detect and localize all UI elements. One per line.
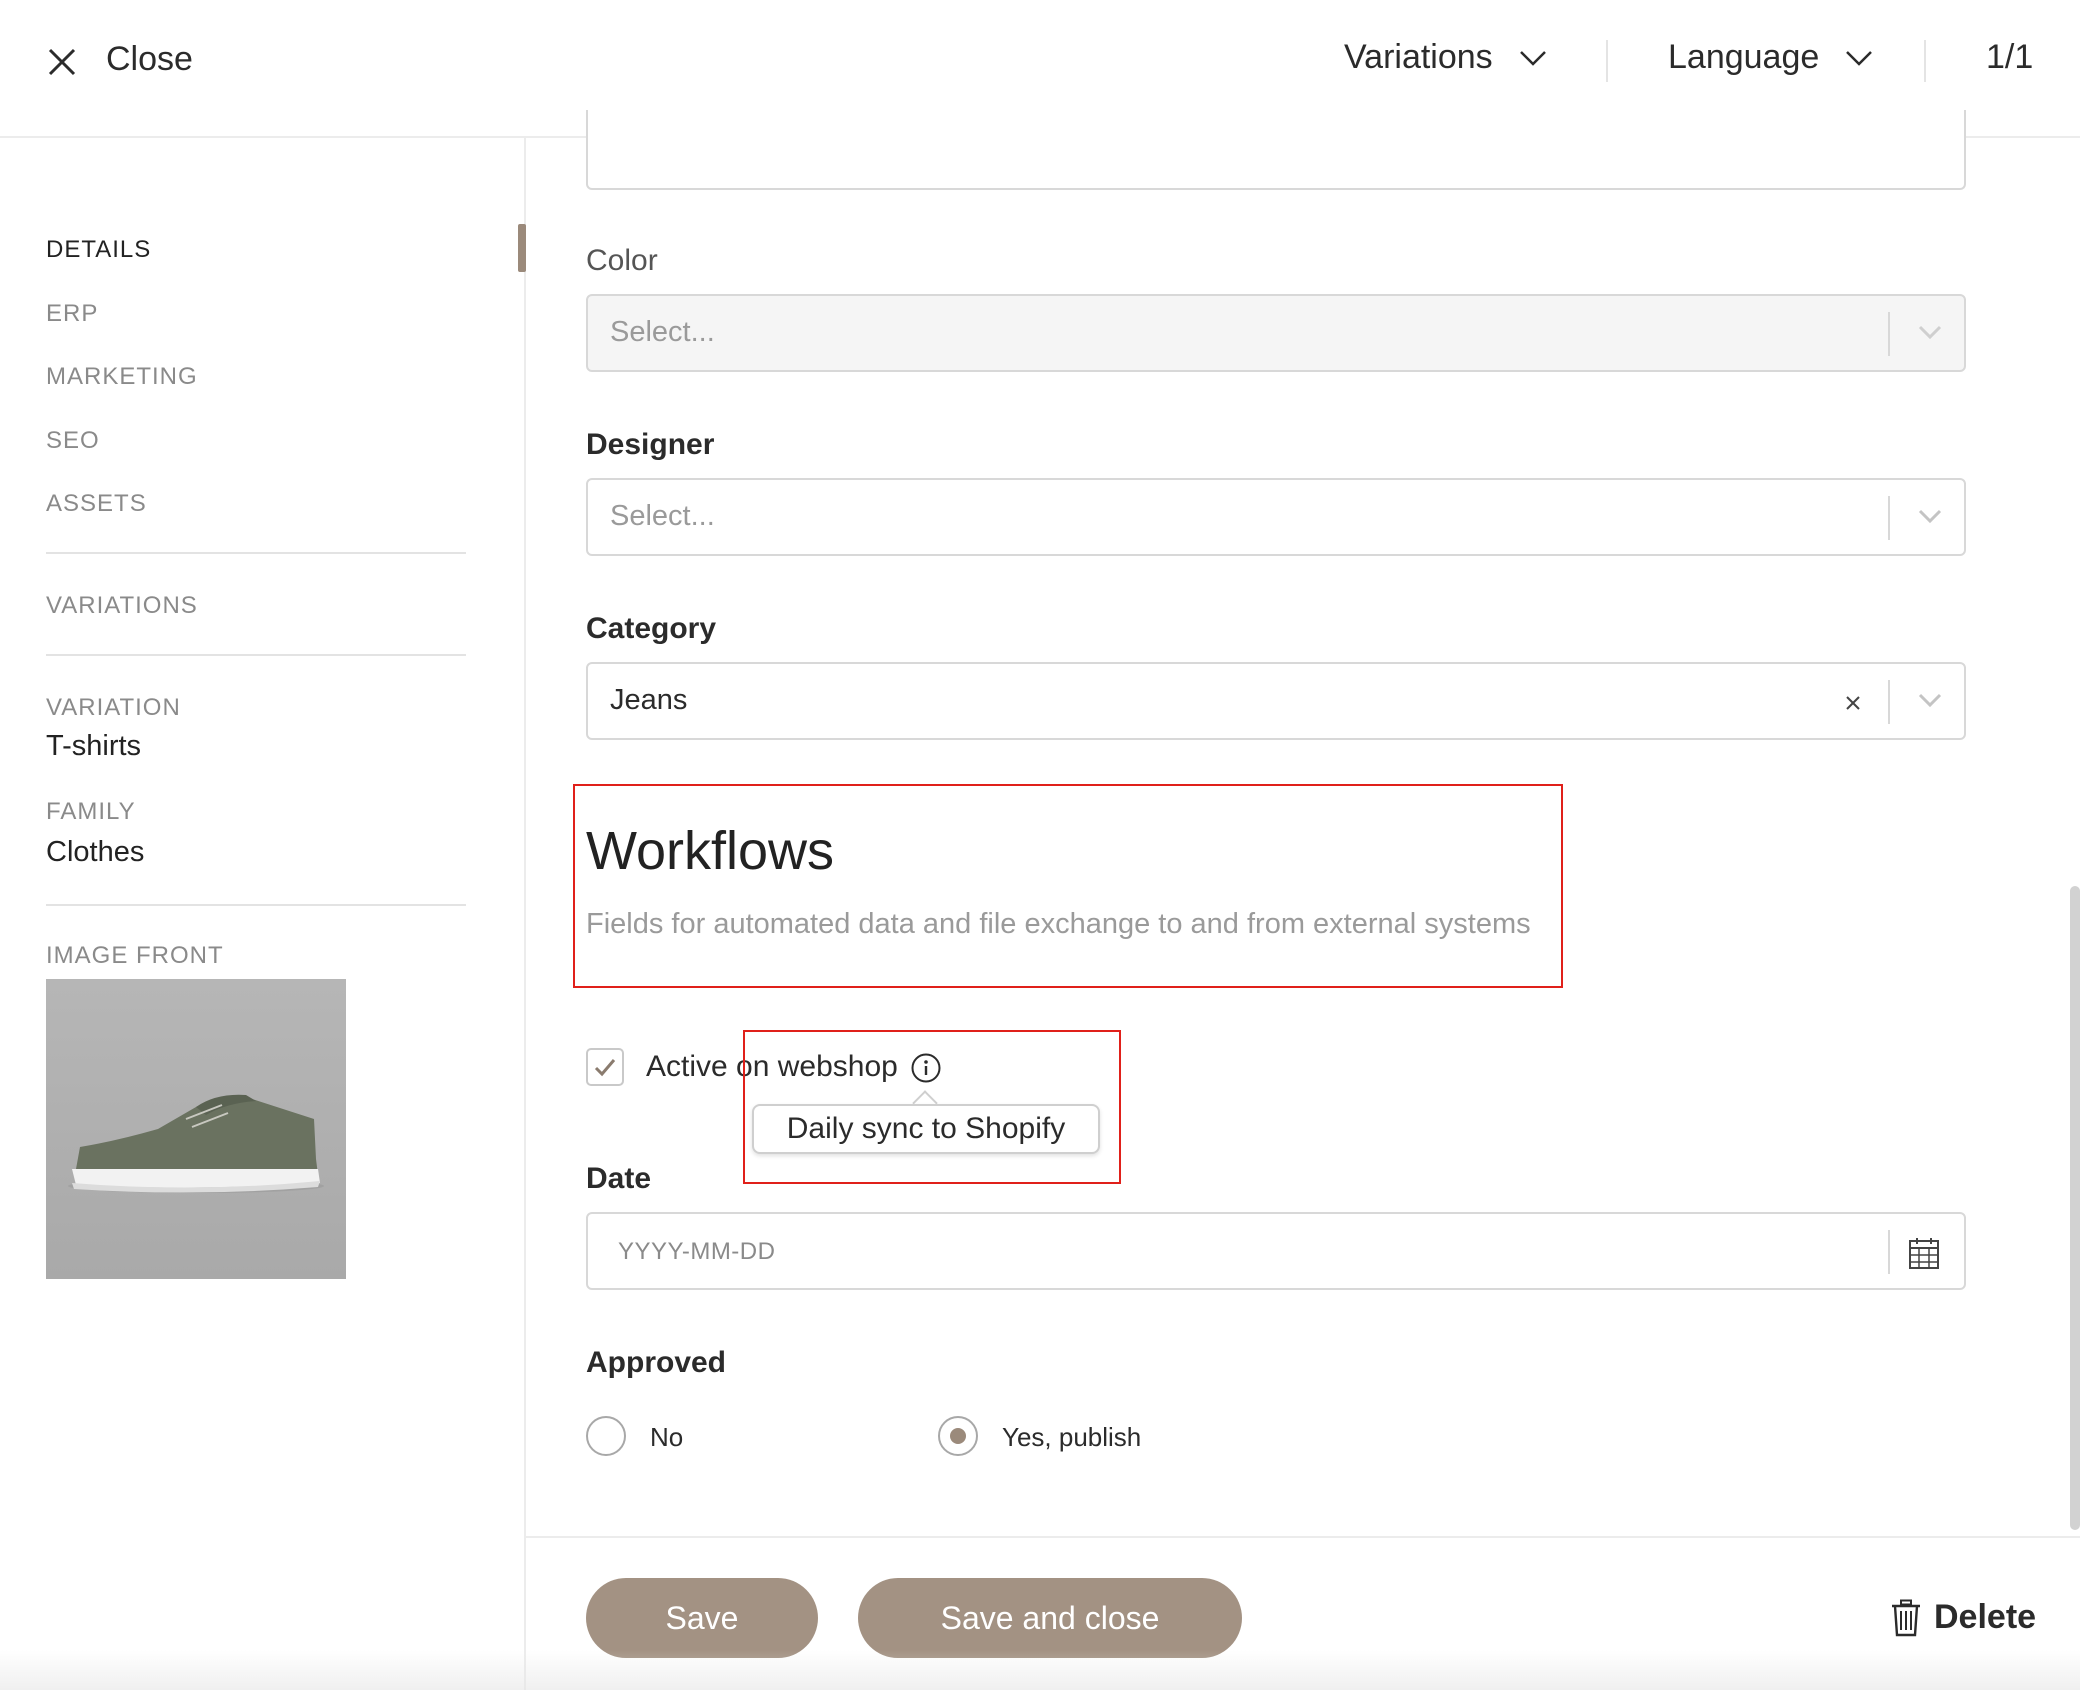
language-label: Language: [1668, 38, 1820, 76]
sidebar-divider: [46, 552, 466, 554]
family-label: FAMILY: [46, 798, 136, 825]
color-select-placeholder: Select...: [610, 316, 715, 348]
close-icon[interactable]: [44, 44, 80, 80]
sidebar-item-variations[interactable]: VARIATIONS: [46, 592, 198, 620]
sidebar-item-details[interactable]: DETAILS: [46, 236, 151, 264]
check-icon: [594, 1059, 616, 1077]
close-button[interactable]: Close: [106, 40, 193, 79]
trash-icon: [1892, 1599, 1920, 1636]
designer-select[interactable]: Select...: [586, 478, 1966, 556]
chevron-down-icon: [1846, 50, 1873, 66]
delete-button[interactable]: Delete: [1890, 1598, 2036, 1637]
sidebar-item-assets[interactable]: ASSETS: [46, 490, 147, 518]
category-value: Jeans: [610, 684, 688, 716]
approved-radio-yes[interactable]: [938, 1416, 978, 1456]
chevron-down-icon: [1519, 50, 1546, 66]
image-front-label: IMAGE FRONT: [46, 942, 224, 969]
sidebar-divider: [46, 654, 466, 656]
save-button[interactable]: Save: [586, 1578, 818, 1658]
calendar-icon[interactable]: [1908, 1236, 1940, 1270]
clear-icon[interactable]: [1842, 692, 1864, 714]
sidebar-item-seo[interactable]: SEO: [46, 427, 100, 455]
save-and-close-button[interactable]: Save and close: [858, 1578, 1242, 1658]
sidebar-item-erp[interactable]: ERP: [46, 300, 98, 328]
active-section-indicator: [518, 224, 526, 272]
date-placeholder: YYYY-MM-DD: [618, 1238, 776, 1265]
product-image-front[interactable]: [46, 979, 346, 1279]
divider: [1924, 40, 1926, 82]
sidebar-divider: [46, 904, 466, 906]
select-separator: [1888, 312, 1890, 356]
variation-label: VARIATION: [46, 694, 181, 721]
variations-dropdown[interactable]: Variations: [1344, 38, 1547, 77]
input-separator: [1888, 1230, 1890, 1274]
pagination: 1/1: [1986, 38, 2034, 76]
text-field-partial[interactable]: [586, 110, 1966, 190]
sneaker-image: [68, 1094, 324, 1193]
color-label: Color: [586, 244, 658, 277]
category-label: Category: [586, 612, 717, 645]
select-separator: [1888, 496, 1890, 540]
language-dropdown[interactable]: Language: [1668, 38, 1873, 77]
approved-option-yes[interactable]: Yes, publish: [1002, 1422, 1141, 1453]
workflows-highlight: [573, 784, 1563, 988]
variations-label: Variations: [1344, 38, 1493, 76]
select-separator: [1888, 680, 1890, 724]
workflows-description: Fields for automated data and file excha…: [586, 908, 1531, 940]
workflows-title: Workflows: [586, 821, 835, 881]
main-scrollbar[interactable]: [2070, 886, 2080, 1530]
approved-option-no[interactable]: No: [650, 1422, 683, 1453]
approved-label: Approved: [586, 1346, 727, 1379]
chevron-down-icon[interactable]: [1916, 506, 1944, 526]
designer-label: Designer: [586, 428, 715, 461]
bottom-shadow: [0, 1650, 2080, 1690]
active-webshop-checkbox[interactable]: [586, 1048, 624, 1086]
approved-radio-no[interactable]: [586, 1416, 626, 1456]
divider: [1606, 40, 1608, 82]
sidebar-item-marketing[interactable]: MARKETING: [46, 363, 198, 391]
family-value: Clothes: [46, 836, 145, 868]
variation-value: T-shirts: [46, 730, 142, 762]
chevron-down-icon[interactable]: [1916, 690, 1944, 710]
color-select[interactable]: Select...: [586, 294, 1966, 372]
delete-label: Delete: [1934, 1598, 2037, 1636]
chevron-down-icon[interactable]: [1916, 322, 1944, 342]
designer-select-placeholder: Select...: [610, 500, 715, 532]
category-select[interactable]: Jeans: [586, 662, 1966, 740]
radio-selected-dot: [950, 1428, 966, 1444]
tooltip-highlight: [743, 1030, 1121, 1184]
date-input[interactable]: YYYY-MM-DD: [586, 1212, 1966, 1290]
date-label: Date: [586, 1162, 652, 1195]
footer-divider: [526, 1536, 2080, 1538]
